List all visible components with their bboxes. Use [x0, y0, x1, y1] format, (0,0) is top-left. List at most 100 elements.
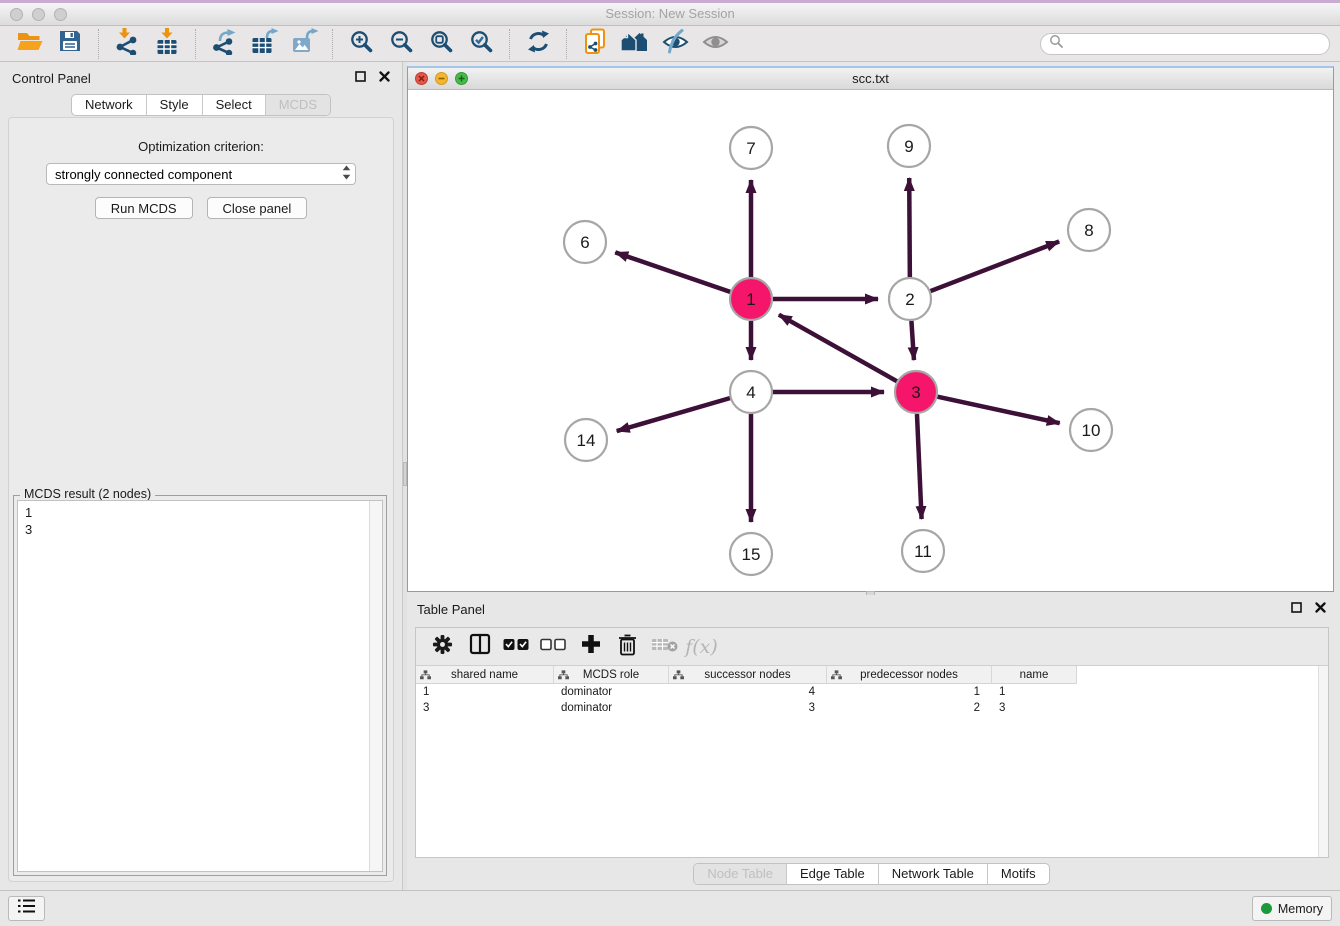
graph-node-3[interactable]: 3	[895, 371, 937, 413]
zoom-out-button[interactable]	[381, 28, 421, 60]
zoom-selected-button[interactable]	[461, 28, 501, 60]
memory-button[interactable]: Memory	[1252, 896, 1332, 921]
select-all-columns-button[interactable]	[498, 631, 535, 663]
table-cell[interactable]: 3	[992, 700, 1077, 716]
toggle-column-layout-button[interactable]	[461, 631, 498, 663]
delete-column-button[interactable]	[609, 631, 646, 663]
graph-edge-2-3[interactable]	[911, 321, 914, 360]
table-cell[interactable]: 4	[669, 684, 827, 700]
task-history-button[interactable]	[8, 896, 45, 921]
run-mcds-button[interactable]: Run MCDS	[95, 197, 193, 219]
graph-edge-3-1[interactable]	[779, 315, 897, 381]
tab-edge-table[interactable]: Edge Table	[786, 864, 878, 884]
table-cell[interactable]: 3	[416, 700, 554, 716]
export-network-button[interactable]	[204, 28, 244, 60]
zoom-out-icon	[389, 29, 414, 59]
show-all-button[interactable]	[695, 28, 735, 60]
column-header-successor-nodes[interactable]: successor nodes	[669, 666, 827, 684]
minimize-window-button[interactable]	[32, 8, 45, 21]
search-input[interactable]	[1064, 37, 1321, 51]
table-row[interactable]: 3dominator323	[416, 700, 1328, 716]
graph-node-1[interactable]: 1	[730, 278, 772, 320]
network-canvas[interactable]: 1 2 3 4 6 7 8 9 10 11 14 15	[408, 90, 1333, 591]
network-graph[interactable]: 1 2 3 4 6 7 8 9 10 11 14 15	[408, 90, 1333, 591]
table-cell[interactable]: 1	[827, 684, 992, 700]
float-panel-icon[interactable]	[355, 69, 366, 87]
control-panel-tabs: Network Style Select MCDS	[0, 94, 402, 116]
graph-edge-3-11[interactable]	[917, 414, 922, 519]
tab-style[interactable]: Style	[146, 95, 202, 115]
network-from-selection-button[interactable]	[575, 28, 615, 60]
network-window-titlebar[interactable]: scc.txt	[408, 68, 1333, 90]
table-cell[interactable]: dominator	[554, 684, 669, 700]
apply-layout-button[interactable]	[518, 28, 558, 60]
float-panel-icon[interactable]	[1291, 600, 1302, 618]
eye-slash-icon	[662, 29, 689, 59]
graph-node-7[interactable]: 7	[730, 127, 772, 169]
table-cell[interactable]: 3	[669, 700, 827, 716]
toolbar-separator	[332, 29, 333, 59]
export-table-button[interactable]	[244, 28, 284, 60]
column-header-shared-name[interactable]: shared name	[416, 666, 554, 684]
window-title: Session: New Session	[0, 3, 1340, 25]
graph-edge-2-8[interactable]	[931, 242, 1060, 292]
tab-network[interactable]: Network	[72, 95, 146, 115]
save-disk-icon	[58, 29, 82, 58]
import-network-button[interactable]	[107, 28, 147, 60]
maximize-window-button[interactable]	[54, 8, 67, 21]
tab-mcds[interactable]: MCDS	[265, 95, 330, 115]
graph-edge-4-14[interactable]	[617, 398, 730, 431]
mcds-result-textarea[interactable]: 13	[17, 500, 383, 872]
svg-text:4: 4	[746, 383, 755, 402]
tab-node-table[interactable]: Node Table	[694, 864, 786, 884]
tab-select[interactable]: Select	[202, 95, 265, 115]
network-minimize-button[interactable]	[435, 72, 448, 85]
table-cell[interactable]: 1	[416, 684, 554, 700]
search-field[interactable]	[1040, 33, 1330, 55]
graph-edge-2-9[interactable]	[909, 178, 910, 277]
graph-node-4[interactable]: 4	[730, 371, 772, 413]
graph-node-6[interactable]: 6	[564, 221, 606, 263]
close-panel-button[interactable]: Close panel	[207, 197, 308, 219]
graph-node-14[interactable]: 14	[565, 419, 607, 461]
tab-motifs[interactable]: Motifs	[987, 864, 1049, 884]
graph-node-10[interactable]: 10	[1070, 409, 1112, 451]
table-cell[interactable]: 2	[827, 700, 992, 716]
save-session-button[interactable]	[50, 28, 90, 60]
graph-node-9[interactable]: 9	[888, 125, 930, 167]
graph-edge-3-10[interactable]	[937, 397, 1059, 424]
column-header-name[interactable]: name	[992, 666, 1077, 684]
table-cell[interactable]: 1	[992, 684, 1077, 700]
graph-edge-1-6[interactable]	[615, 252, 730, 291]
zoom-in-button[interactable]	[341, 28, 381, 60]
graph-node-8[interactable]: 8	[1068, 209, 1110, 251]
hide-selected-button[interactable]	[655, 28, 695, 60]
close-panel-icon[interactable]	[379, 69, 390, 87]
create-column-button[interactable]	[572, 631, 609, 663]
network-maximize-button[interactable]	[455, 72, 468, 85]
close-panel-icon[interactable]	[1315, 600, 1326, 618]
tab-network-table[interactable]: Network Table	[878, 864, 987, 884]
zoom-fit-button[interactable]	[421, 28, 461, 60]
result-scrollbar[interactable]	[369, 501, 382, 871]
function-builder-button[interactable]: f(x)	[683, 631, 720, 663]
first-neighbors-button[interactable]	[615, 28, 655, 60]
column-header-MCDS-role[interactable]: MCDS role	[554, 666, 669, 684]
table-cell[interactable]: dominator	[554, 700, 669, 716]
table-settings-button[interactable]	[424, 631, 461, 663]
deselect-all-columns-button[interactable]	[535, 631, 572, 663]
graph-node-15[interactable]: 15	[730, 533, 772, 575]
delete-table-button[interactable]	[646, 631, 683, 663]
table-scrollbar[interactable]	[1318, 666, 1328, 857]
import-table-button[interactable]	[147, 28, 187, 60]
column-header-predecessor-nodes[interactable]: predecessor nodes	[827, 666, 992, 684]
open-folder-icon	[16, 29, 44, 58]
graph-node-2[interactable]: 2	[889, 278, 931, 320]
close-window-button[interactable]	[10, 8, 23, 21]
export-image-button[interactable]	[284, 28, 324, 60]
open-session-button[interactable]	[10, 28, 50, 60]
table-row[interactable]: 1dominator411	[416, 684, 1328, 700]
optimization-criterion-select[interactable]: strongly connected component	[46, 163, 356, 185]
graph-node-11[interactable]: 11	[902, 530, 944, 572]
network-close-button[interactable]	[415, 72, 428, 85]
